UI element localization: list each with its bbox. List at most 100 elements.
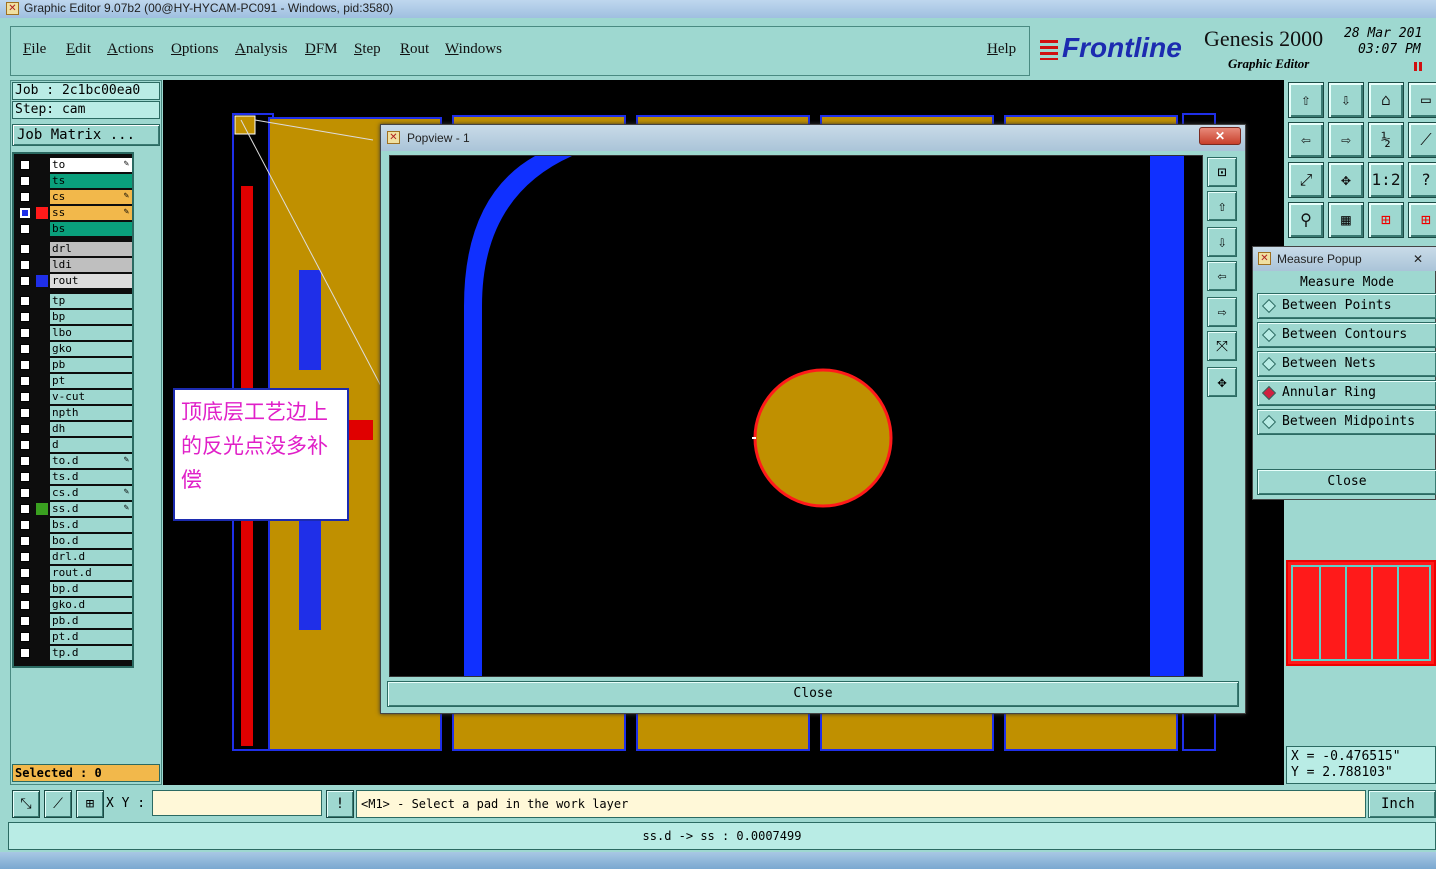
layer-row[interactable]: lbo xyxy=(16,326,132,340)
layer-row[interactable]: v-cut xyxy=(16,390,132,404)
zoom-center-icon[interactable]: ✥ xyxy=(1328,162,1364,198)
layer-name[interactable]: rout xyxy=(50,274,132,288)
layer-color-swatch[interactable] xyxy=(36,583,48,595)
zoom-home-icon[interactable]: ✥ xyxy=(1207,367,1237,397)
layer-color-swatch[interactable] xyxy=(36,567,48,579)
layer-row[interactable]: ts xyxy=(16,174,132,188)
layer-color-swatch[interactable] xyxy=(36,207,48,219)
layer-name[interactable]: bo.d xyxy=(50,534,132,548)
job-matrix-button[interactable]: Job Matrix ... xyxy=(12,124,160,146)
menu-options[interactable]: Options xyxy=(171,41,219,58)
layer-row[interactable]: pb xyxy=(16,358,132,372)
layer-row[interactable]: bp.d xyxy=(16,582,132,596)
layer-row[interactable]: pt.d xyxy=(16,630,132,644)
layer-color-swatch[interactable] xyxy=(36,175,48,187)
probe-icon[interactable]: ⚲ xyxy=(1288,202,1324,238)
layer-name[interactable]: drl.d xyxy=(50,550,132,564)
layer-name[interactable]: drl xyxy=(50,242,132,256)
layer-color-swatch[interactable] xyxy=(36,343,48,355)
layer-row[interactable]: pt xyxy=(16,374,132,388)
right-arrow-icon[interactable]: ⇨ xyxy=(1328,122,1364,158)
layer-checkbox[interactable] xyxy=(20,408,30,418)
layer-checkbox[interactable] xyxy=(20,504,30,514)
frame-icon[interactable]: ▭ xyxy=(1408,82,1436,118)
layer-checkbox[interactable] xyxy=(20,488,30,498)
layer-color-swatch[interactable] xyxy=(36,375,48,387)
layer-checkbox[interactable] xyxy=(20,536,30,546)
layer-row[interactable]: rout xyxy=(16,274,132,288)
layer-row[interactable]: gko.d xyxy=(16,598,132,612)
layer-color-swatch[interactable] xyxy=(36,311,48,323)
pan-left-icon[interactable]: ⇦ xyxy=(1207,261,1237,291)
layer-row[interactable]: bs xyxy=(16,222,132,236)
layer-name[interactable]: v-cut xyxy=(50,390,132,404)
layer-row[interactable]: bp xyxy=(16,310,132,324)
half-scale-icon[interactable]: ½ xyxy=(1368,122,1404,158)
menu-analysis[interactable]: Analysis xyxy=(235,41,288,58)
layer-checkbox[interactable] xyxy=(20,208,30,218)
popview-canvas[interactable] xyxy=(389,155,1203,677)
help-icon[interactable]: ? xyxy=(1408,162,1436,198)
layer-checkbox[interactable] xyxy=(20,552,30,562)
net-select-icon[interactable]: ⊞ xyxy=(1408,202,1436,238)
snap-icon[interactable]: ⟋ xyxy=(1408,122,1436,158)
reflector-pad[interactable] xyxy=(753,368,893,508)
zoom-out-icon[interactable]: ⤧ xyxy=(1207,331,1237,361)
layer-name[interactable]: bs xyxy=(50,222,132,236)
popview-close-button[interactable]: Close xyxy=(387,681,1239,707)
layer-name[interactable]: gko xyxy=(50,342,132,356)
layer-checkbox[interactable] xyxy=(20,424,30,434)
pan-up-icon[interactable]: ⇧ xyxy=(1207,191,1237,221)
layer-color-swatch[interactable] xyxy=(36,275,48,287)
layer-checkbox[interactable] xyxy=(20,260,30,270)
layer-checkbox[interactable] xyxy=(20,192,30,202)
menu-rout[interactable]: Rout xyxy=(400,41,429,58)
layer-name[interactable]: tp.d xyxy=(50,646,132,660)
layer-row[interactable]: dh xyxy=(16,422,132,436)
menu-edit[interactable]: Edit xyxy=(66,41,91,58)
layer-row[interactable]: ts.d xyxy=(16,470,132,484)
layer-checkbox[interactable] xyxy=(20,472,30,482)
layer-name[interactable]: d xyxy=(50,438,132,452)
layer-checkbox[interactable] xyxy=(20,376,30,386)
layer-name[interactable]: npth xyxy=(50,406,132,420)
pause-icon[interactable] xyxy=(1414,62,1422,71)
layer-color-swatch[interactable] xyxy=(36,223,48,235)
layer-name[interactable]: cs.d ✎ xyxy=(50,486,132,500)
layer-name[interactable]: rout.d xyxy=(50,566,132,580)
measure-close-button[interactable]: Close xyxy=(1257,469,1436,495)
layer-color-swatch[interactable] xyxy=(36,359,48,371)
layer-color-swatch[interactable] xyxy=(36,191,48,203)
popview-close-x-button[interactable]: ✕ xyxy=(1199,127,1241,145)
zoom-fit-icon[interactable]: ⤢ xyxy=(1288,162,1324,198)
layer-checkbox[interactable] xyxy=(20,568,30,578)
overview-map[interactable] xyxy=(1286,560,1436,666)
layer-row[interactable]: pb.d xyxy=(16,614,132,628)
measure-title-bar[interactable]: ✕ Measure Popup ✕ xyxy=(1253,247,1436,271)
layer-checkbox[interactable] xyxy=(20,440,30,450)
option-between-midpoints[interactable]: Between Midpoints xyxy=(1257,409,1436,435)
up-arrow-icon[interactable]: ⇧ xyxy=(1288,82,1324,118)
layer-name[interactable]: to.d ✎ xyxy=(50,454,132,468)
layer-checkbox[interactable] xyxy=(20,276,30,286)
layer-row[interactable]: ss.d ✎ xyxy=(16,502,132,516)
zoom-area-icon[interactable]: ⊡ xyxy=(1207,157,1237,187)
layer-color-swatch[interactable] xyxy=(36,327,48,339)
layer-color-swatch[interactable] xyxy=(36,159,48,171)
layer-checkbox[interactable] xyxy=(20,456,30,466)
layer-row[interactable]: ss ✎ xyxy=(16,206,132,220)
layer-name[interactable]: ldi xyxy=(50,258,132,272)
grid-icon[interactable]: ▦ xyxy=(1328,202,1364,238)
layer-name[interactable]: bs.d xyxy=(50,518,132,532)
layer-checkbox[interactable] xyxy=(20,360,30,370)
layer-name[interactable]: to ✎ xyxy=(50,158,132,172)
layer-row[interactable]: bo.d xyxy=(16,534,132,548)
layer-name[interactable]: ts xyxy=(50,174,132,188)
layer-name[interactable]: ts.d xyxy=(50,470,132,484)
option-between-nets[interactable]: Between Nets xyxy=(1257,351,1436,377)
down-arrow-icon[interactable]: ⇩ xyxy=(1328,82,1364,118)
layer-row[interactable]: tp.d xyxy=(16,646,132,660)
layer-color-swatch[interactable] xyxy=(36,647,48,659)
layer-name[interactable]: gko.d xyxy=(50,598,132,612)
layer-color-swatch[interactable] xyxy=(36,439,48,451)
